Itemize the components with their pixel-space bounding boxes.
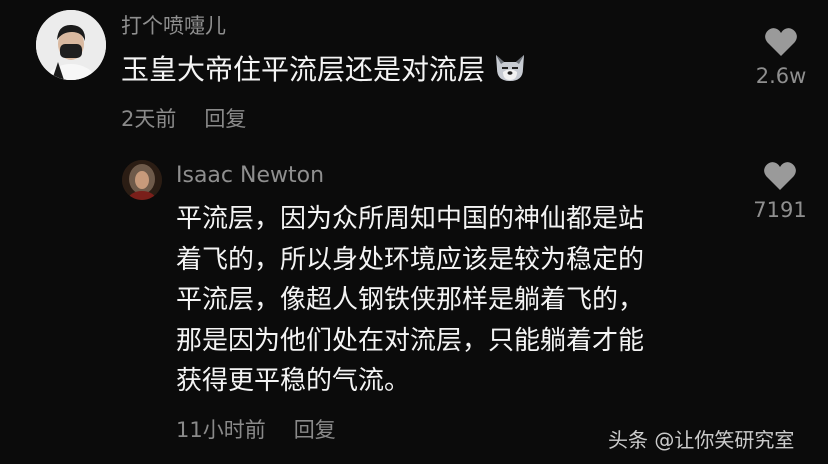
reply-text-line: 获得更平稳的气流。 (176, 366, 411, 396)
comment-like[interactable]: 2.6w (752, 26, 810, 88)
avatar-image (36, 10, 106, 80)
avatar[interactable] (36, 10, 106, 80)
comment-like-count: 2.6w (755, 64, 807, 88)
reply-text-line: 着飞的，所以身处环境应该是较为稳定的 (176, 244, 645, 275)
reply-text-line: 平流层，因为众所周知中国的神仙都是站 (176, 204, 645, 234)
reply-text-line: 平流层，像超人钢铁侠那样是躺着飞的， (176, 285, 645, 315)
reply-meta: 11小时前 回复 (176, 414, 336, 444)
watermark: 头条 @让你笑研究室 (608, 428, 795, 452)
reply-reply-button[interactable]: 回复 (294, 418, 336, 442)
heart-icon[interactable] (763, 160, 797, 192)
reply-username[interactable]: Isaac Newton (176, 163, 324, 188)
reply-avatar[interactable] (122, 160, 162, 200)
comment-reply-button[interactable]: 回复 (204, 107, 246, 131)
reply-text-line: 那是因为他们处在对流层，只能躺着才能 (176, 325, 645, 356)
comment-text: 玉皇大帝住平流层还是对流层 (121, 48, 527, 88)
comment-time: 2天前 (121, 107, 177, 131)
reply-time: 11小时前 (176, 418, 266, 442)
reply-like-count: 7191 (753, 198, 807, 222)
comment-meta: 2天前 回复 (121, 103, 246, 133)
comment-username[interactable]: 打个喷嚏儿 (121, 10, 226, 40)
heart-icon[interactable] (764, 26, 798, 58)
reply-avatar-image (122, 160, 162, 200)
reply-text: 平流层，因为众所周知中国的神仙都是站 着飞的，所以身处环境应该是较为稳定的 平流… (176, 199, 724, 402)
reply-like[interactable]: 7191 (750, 160, 810, 222)
comment-text-content: 玉皇大帝住平流层还是对流层 (121, 53, 486, 86)
wolf-face-emoji-icon (493, 53, 527, 83)
